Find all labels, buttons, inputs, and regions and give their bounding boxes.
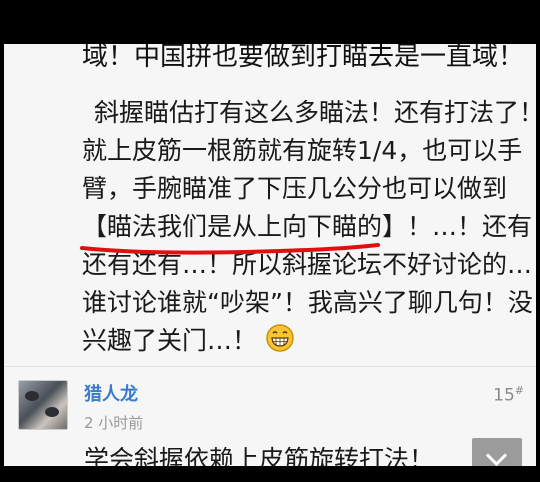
- avatar[interactable]: [18, 380, 68, 430]
- chevron-down-icon: [485, 444, 508, 466]
- highlighted-phrase: 【瞄法我们是从上向下瞄的】: [80, 208, 408, 255]
- floor-number-suffix: #: [514, 384, 524, 397]
- reply-text: 学会斜握依赖上皮筋旋转打法！: [84, 445, 435, 466]
- reply-item: 猎人龙 2 小时前 15# 学会斜握依赖上皮筋旋转打法！: [4, 366, 536, 466]
- reply-author-link[interactable]: 猎人龙: [84, 380, 138, 406]
- post-line-rest: ！…！还有: [407, 212, 533, 241]
- post-line: 谁讨论谁就“吵架”！我高兴了聊几句！没: [82, 288, 533, 317]
- post-line: 【瞄法我们是从上向下瞄的】 ！…！还有: [80, 208, 532, 255]
- post-line: 臂，手腕瞄准了下压几公分也可以做到: [82, 174, 508, 203]
- post-line: 兴趣了关门…！: [82, 322, 522, 360]
- screen: 域！中国拼也要做到打瞄去是一直域！ 斜握瞄估打有这么多瞄法！还有打法了！ 就上皮…: [4, 0, 536, 466]
- floor-number-value: 15: [493, 385, 515, 406]
- reply-timestamp: 2 小时前: [84, 414, 144, 432]
- post-body: 斜握瞄估打有这么多瞄法！还有打法了！ 就上皮筋一根筋就有旋转1/4，也可以手 臂…: [80, 94, 536, 360]
- post-line: 就上皮筋一根筋就有旋转1/4，也可以手: [82, 136, 523, 165]
- top-bar: [4, 0, 536, 44]
- post-line: 还有还有…！所以斜握论坛不好讨论的…！: [82, 250, 536, 279]
- grin-emoji-icon: [266, 324, 294, 352]
- post-line: 斜握瞄估打有这么多瞄法！还有打法了！: [94, 98, 536, 127]
- post-line-text: 兴趣了关门…！: [82, 326, 258, 355]
- expand-more-button[interactable]: [472, 438, 522, 466]
- highlighted-phrase-text: 【瞄法我们是从上向下瞄的】: [82, 212, 408, 241]
- floor-number: 15#: [493, 384, 524, 406]
